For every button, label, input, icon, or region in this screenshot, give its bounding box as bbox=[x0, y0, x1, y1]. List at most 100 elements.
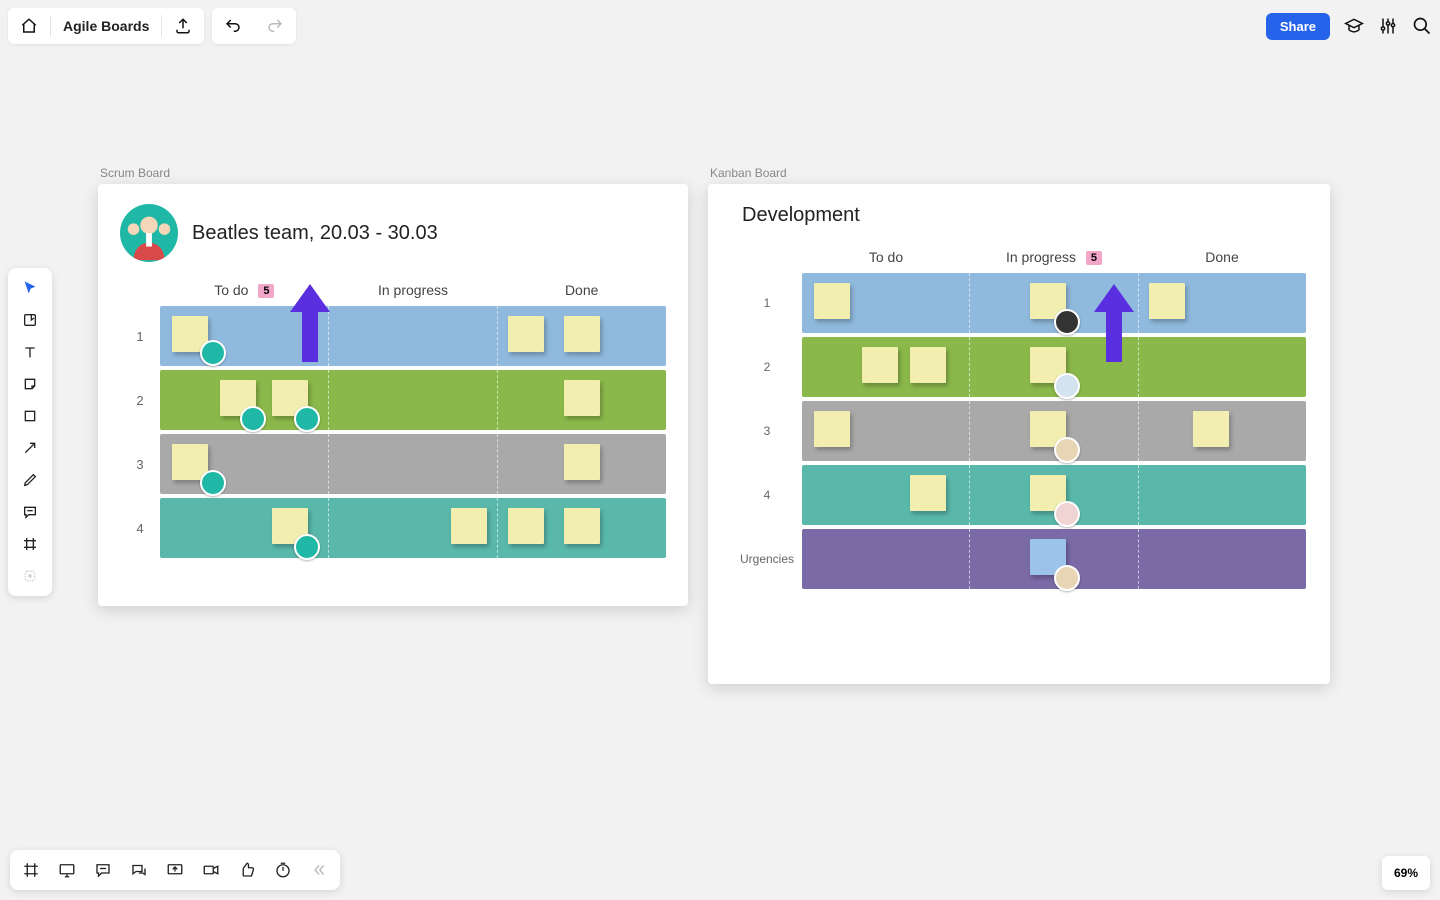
video-button[interactable] bbox=[198, 857, 224, 883]
assignee-avatar[interactable] bbox=[1054, 501, 1080, 527]
sticky-note[interactable] bbox=[564, 444, 600, 480]
priority-arrow[interactable] bbox=[284, 284, 336, 362]
sticky-note[interactable] bbox=[910, 475, 946, 511]
arrow-icon bbox=[22, 440, 38, 456]
priority-arrow[interactable] bbox=[1088, 284, 1140, 362]
assignee-avatar[interactable] bbox=[294, 406, 320, 432]
kanban-board-frame[interactable]: Development To do In progress 5 Done 1 2 bbox=[708, 184, 1330, 684]
sticky-note[interactable] bbox=[862, 347, 898, 383]
share-button[interactable]: Share bbox=[1266, 13, 1330, 40]
kanban-title: Development bbox=[732, 204, 1306, 227]
sticky-tool[interactable] bbox=[12, 370, 48, 398]
zoom-indicator[interactable]: 69% bbox=[1382, 856, 1430, 890]
scrum-col-inprogress: In progress bbox=[329, 282, 498, 298]
sticky-note-icon bbox=[22, 376, 38, 392]
export-button[interactable] bbox=[162, 8, 204, 44]
kanban-row-3: 3 bbox=[732, 401, 1306, 461]
pen-icon bbox=[22, 472, 38, 488]
graduation-cap-icon bbox=[1344, 16, 1364, 36]
assignee-avatar[interactable] bbox=[200, 340, 226, 366]
redo-button[interactable] bbox=[254, 8, 296, 44]
chat-button[interactable] bbox=[126, 857, 152, 883]
comments-button[interactable] bbox=[90, 857, 116, 883]
sticky-note[interactable] bbox=[508, 316, 544, 352]
sticky-note[interactable] bbox=[1193, 411, 1229, 447]
kanban-col-inprogress: In progress 5 bbox=[970, 249, 1138, 265]
sticky-note[interactable] bbox=[564, 316, 600, 352]
sticky-note[interactable] bbox=[508, 508, 544, 544]
assignee-avatar[interactable] bbox=[294, 534, 320, 560]
frames-panel-button[interactable] bbox=[18, 857, 44, 883]
people-icon bbox=[120, 204, 178, 262]
kanban-lane-3[interactable] bbox=[802, 401, 1306, 461]
scrum-row-1-label: 1 bbox=[120, 306, 160, 366]
scrum-col-done: Done bbox=[497, 282, 666, 298]
text-icon bbox=[22, 344, 38, 360]
timer-button[interactable] bbox=[270, 857, 296, 883]
top-toolbar: Agile Boards Share bbox=[8, 8, 1432, 44]
kanban-lane-4[interactable] bbox=[802, 465, 1306, 525]
assignee-avatar[interactable] bbox=[1054, 373, 1080, 399]
kanban-row-4: 4 bbox=[732, 465, 1306, 525]
collapse-button[interactable] bbox=[306, 857, 332, 883]
more-tools[interactable] bbox=[12, 562, 48, 590]
chat-icon bbox=[130, 861, 148, 879]
sticky-note[interactable] bbox=[451, 508, 487, 544]
scrum-columns-header: To do 5 In progress Done bbox=[120, 282, 666, 298]
frame-tool[interactable] bbox=[12, 530, 48, 558]
kanban-row-3-label: 3 bbox=[732, 401, 802, 461]
templates-tool[interactable] bbox=[12, 306, 48, 334]
kanban-lane-urgencies[interactable] bbox=[802, 529, 1306, 589]
search-button[interactable] bbox=[1412, 16, 1432, 36]
assignee-avatar[interactable] bbox=[1054, 309, 1080, 335]
sticky-note[interactable] bbox=[564, 380, 600, 416]
sticky-note[interactable] bbox=[814, 283, 850, 319]
voting-button[interactable] bbox=[234, 857, 260, 883]
undo-button[interactable] bbox=[212, 8, 254, 44]
scrum-header: Beatles team, 20.03 - 30.03 bbox=[120, 204, 666, 262]
assignee-avatar[interactable] bbox=[200, 470, 226, 496]
home-button[interactable] bbox=[8, 8, 50, 44]
template-icon bbox=[22, 312, 38, 328]
scrum-row-1: 1 bbox=[120, 306, 666, 366]
scrum-board-frame[interactable]: Beatles team, 20.03 - 30.03 To do 5 In p… bbox=[98, 184, 688, 606]
arrow-up-icon bbox=[1088, 284, 1140, 362]
learn-button[interactable] bbox=[1344, 16, 1364, 36]
kanban-lane-1[interactable] bbox=[802, 273, 1306, 333]
kanban-row-urgencies: Urgencies bbox=[732, 529, 1306, 589]
assignee-avatar[interactable] bbox=[1054, 565, 1080, 591]
history-group bbox=[212, 8, 296, 44]
scrum-frame-label[interactable]: Scrum Board bbox=[100, 166, 170, 180]
video-icon bbox=[202, 861, 220, 879]
present-button[interactable] bbox=[54, 857, 80, 883]
scrum-row-4: 4 bbox=[120, 498, 666, 558]
comment-tool[interactable] bbox=[12, 498, 48, 526]
kanban-frame-label[interactable]: Kanban Board bbox=[710, 166, 787, 180]
select-tool[interactable] bbox=[12, 274, 48, 302]
assignee-avatar[interactable] bbox=[1054, 437, 1080, 463]
sticky-note[interactable] bbox=[564, 508, 600, 544]
pen-tool[interactable] bbox=[12, 466, 48, 494]
assignee-avatar[interactable] bbox=[240, 406, 266, 432]
sticky-note[interactable] bbox=[814, 411, 850, 447]
kanban-lane-2[interactable] bbox=[802, 337, 1306, 397]
scrum-lane-4[interactable] bbox=[160, 498, 666, 558]
settings-button[interactable] bbox=[1378, 16, 1398, 36]
scrum-lane-3[interactable] bbox=[160, 434, 666, 494]
screenshare-icon bbox=[166, 861, 184, 879]
arrow-up-icon bbox=[284, 284, 336, 362]
sticky-note[interactable] bbox=[910, 347, 946, 383]
arrow-tool[interactable] bbox=[12, 434, 48, 462]
kanban-columns-header: To do In progress 5 Done bbox=[732, 249, 1306, 265]
redo-icon bbox=[266, 17, 284, 35]
board-title[interactable]: Agile Boards bbox=[51, 8, 161, 44]
scrum-row-3-label: 3 bbox=[120, 434, 160, 494]
comment-icon bbox=[94, 861, 112, 879]
screenshare-button[interactable] bbox=[162, 857, 188, 883]
scrum-lane-2[interactable] bbox=[160, 370, 666, 430]
left-toolbar bbox=[8, 268, 52, 596]
sticky-note[interactable] bbox=[1149, 283, 1185, 319]
scrum-lane-1[interactable] bbox=[160, 306, 666, 366]
text-tool[interactable] bbox=[12, 338, 48, 366]
shapes-tool[interactable] bbox=[12, 402, 48, 430]
